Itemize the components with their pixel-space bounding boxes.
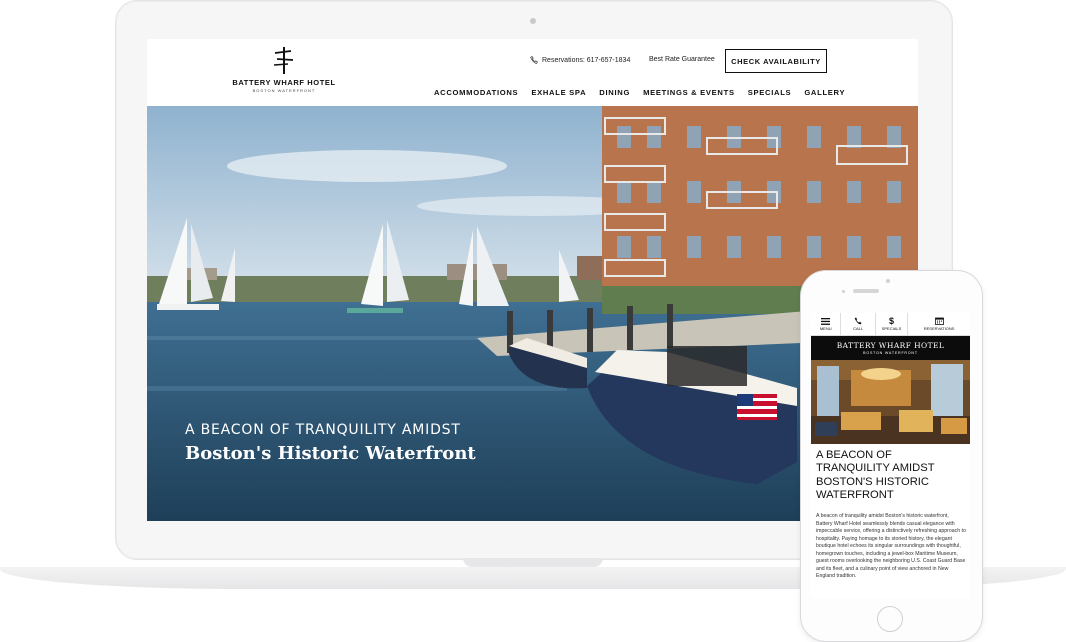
check-availability-button[interactable]: CHECK AVAILABILITY: [725, 49, 827, 73]
calendar-icon: [934, 317, 944, 325]
reservations-phone-link[interactable]: Reservations: 617-657-1834: [530, 56, 630, 64]
hero-title: Boston's Historic Waterfront: [185, 443, 476, 464]
mobile-banner[interactable]: BATTERY WHARF HOTEL BOSTON WATERFRONT: [811, 336, 970, 360]
phone-speaker: [853, 289, 879, 293]
mobile-specials-label: SPECIALS: [881, 326, 902, 331]
mobile-specials-button[interactable]: $ SPECIALS: [876, 313, 909, 335]
laptop-camera: [530, 18, 536, 24]
reservations-phone-text: Reservations: 617-657-1834: [542, 56, 631, 64]
nav-specials[interactable]: SPECIALS: [748, 88, 792, 97]
mobile-reservations-label: RESERVATIONS: [923, 326, 955, 331]
mobile-lobby-photo: [811, 360, 970, 444]
mobile-menu-label: MENU: [819, 325, 832, 331]
hero-kicker: A BEACON OF TRANQUILITY AMIDST: [185, 422, 461, 438]
mobile-banner-subtitle: BOSTON WATERFRONT: [863, 351, 918, 355]
mobile-body-text: A beacon of tranquility amidst Boston's …: [816, 513, 966, 579]
laptop-notch: [463, 558, 603, 567]
logo-name: BATTERY WHARF HOTEL: [232, 78, 336, 87]
phone-icon: [854, 317, 862, 325]
phone-sensor: [842, 290, 845, 293]
nav-gallery[interactable]: GALLERY: [804, 88, 845, 97]
site-header: BATTERY WHARF HOTEL BOSTON WATERFRONT Re…: [147, 39, 918, 106]
menu-icon: [821, 317, 831, 325]
logo-subtitle: BOSTON WATERFRONT: [252, 88, 316, 93]
mobile-menu-button[interactable]: MENU: [811, 313, 842, 335]
site-logo[interactable]: BATTERY WHARF HOTEL BOSTON WATERFRONT: [229, 45, 339, 103]
mobile-call-label: CALL: [853, 326, 864, 331]
mobile-banner-name: BATTERY WHARF HOTEL: [836, 341, 945, 350]
mobile-title: A BEACON OF TRANQUILITY AMIDST BOSTON'S …: [816, 449, 935, 502]
nav-dining[interactable]: DINING: [599, 88, 630, 97]
phone-camera: [886, 279, 890, 283]
mobile-site-screen: MENU CALL $ SPECIALS RESERVATIONS BATTER…: [811, 313, 970, 598]
phone-home-button: [877, 606, 903, 632]
nav-accommodations[interactable]: ACCOMMODATIONS: [434, 88, 518, 97]
nav-exhale-spa[interactable]: EXHALE SPA: [531, 88, 586, 97]
mobile-reservations-button[interactable]: RESERVATIONS: [908, 313, 970, 335]
phone-icon: [530, 56, 538, 64]
dollar-icon: $: [888, 316, 894, 326]
nav-meetings-events[interactable]: MEETINGS & EVENTS: [643, 88, 735, 97]
main-nav: ACCOMMODATIONS EXHALE SPA DINING MEETING…: [434, 88, 845, 97]
flag-graphic: [737, 394, 777, 420]
logo-mark-icon: [273, 47, 294, 74]
mobile-toolbar: MENU CALL $ SPECIALS RESERVATIONS: [811, 313, 970, 336]
best-rate-link[interactable]: Best Rate Guarantee: [649, 56, 715, 63]
mobile-call-button[interactable]: CALL: [841, 313, 876, 335]
